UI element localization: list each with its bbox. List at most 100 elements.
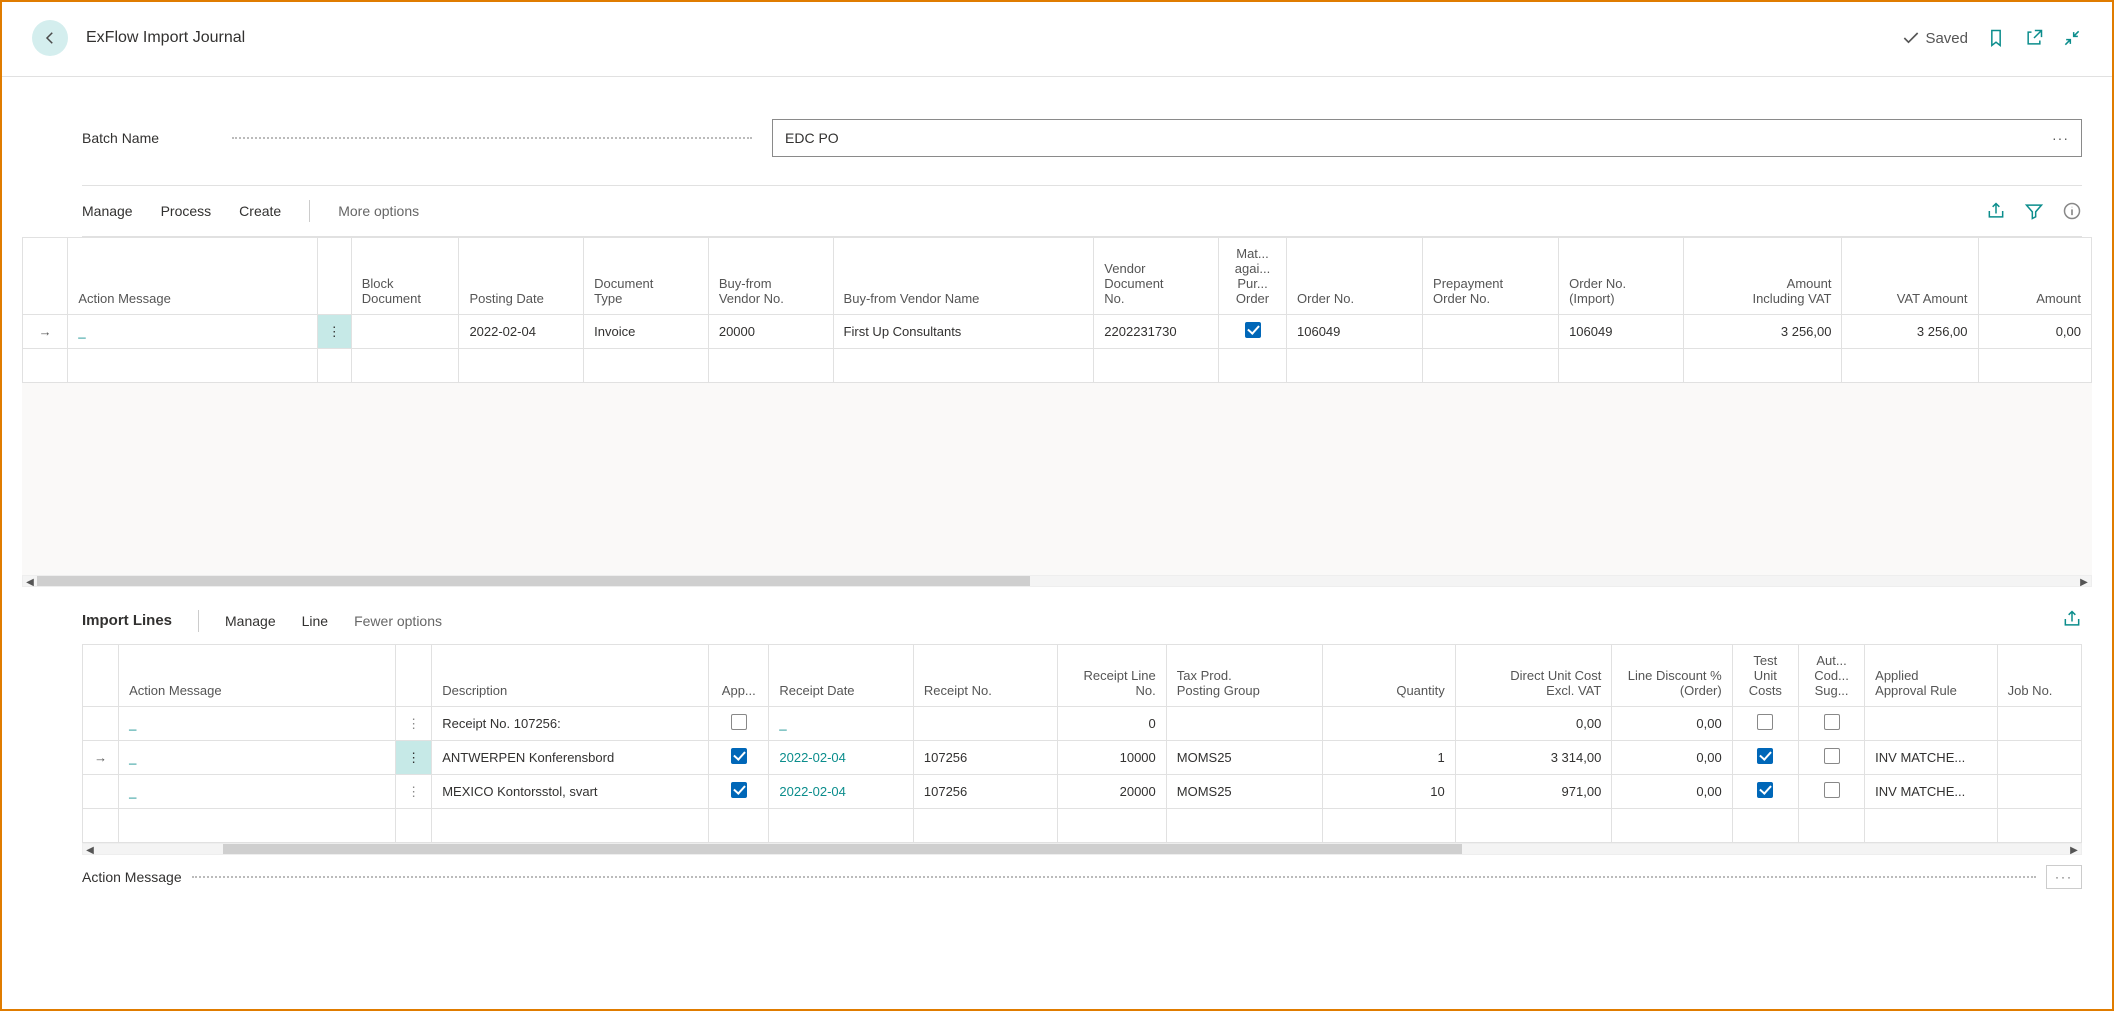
lcell-discount[interactable]: 0,00 (1612, 775, 1732, 809)
lcell-receipt-no[interactable]: 107256 (913, 741, 1058, 775)
grid-horizontal-scrollbar[interactable]: ◀ ▶ (22, 575, 2092, 587)
lcol-receipt-date[interactable]: Receipt Date (769, 645, 914, 707)
col-buy-from-vendor-no[interactable]: Buy-fromVendor No. (708, 238, 833, 315)
cell-prepay-order-no[interactable] (1423, 315, 1559, 349)
lcol-action-message[interactable]: Action Message (119, 645, 396, 707)
row-actions-button[interactable]: ⋮ (317, 315, 351, 349)
lcell-receipt-date[interactable]: 2022-02-04 (769, 775, 914, 809)
lcol-receipt-no[interactable]: Receipt No. (913, 645, 1058, 707)
lcol-aut-sug[interactable]: Aut...Cod...Sug... (1798, 645, 1864, 707)
lcell-quantity[interactable] (1323, 707, 1455, 741)
footer-more-button[interactable]: ··· (2046, 865, 2082, 889)
scroll-left-icon[interactable]: ◀ (23, 575, 37, 589)
scroll-right-icon[interactable]: ▶ (2077, 575, 2091, 589)
lcell-aut-sug-checkbox[interactable] (1798, 707, 1864, 741)
lcell-tax-group[interactable] (1166, 707, 1323, 741)
lcell-test-unit-checkbox[interactable] (1732, 775, 1798, 809)
col-prepay-order-no[interactable]: PrepaymentOrder No. (1423, 238, 1559, 315)
cell-posting-date[interactable]: 2022-02-04 (459, 315, 584, 349)
col-buy-from-vendor-name[interactable]: Buy-from Vendor Name (833, 238, 1094, 315)
lcell-action-message[interactable]: _ (119, 741, 396, 775)
lcell-action-message[interactable]: _ (119, 707, 396, 741)
lcol-unit-cost[interactable]: Direct Unit CostExcl. VAT (1455, 645, 1612, 707)
lcell-action-message[interactable]: _ (119, 775, 396, 809)
create-menu[interactable]: Create (239, 203, 281, 219)
lines-line-menu[interactable]: Line (302, 613, 328, 629)
cell-amount[interactable]: 0,00 (1978, 315, 2091, 349)
lcol-test-unit[interactable]: TestUnitCosts (1732, 645, 1798, 707)
row-selector-icon[interactable]: → (83, 741, 119, 775)
cell-vendor-no[interactable]: 20000 (708, 315, 833, 349)
lcell-receipt-no[interactable]: 107256 (913, 775, 1058, 809)
lcell-tax-group[interactable]: MOMS25 (1166, 741, 1323, 775)
line-row[interactable]: _ ⋮ MEXICO Kontorsstol, svart 2022-02-04… (83, 775, 2082, 809)
lcell-receipt-line-no[interactable]: 20000 (1058, 775, 1166, 809)
collapse-icon[interactable] (2062, 28, 2082, 48)
lcol-approval-rule[interactable]: AppliedApproval Rule (1865, 645, 1997, 707)
col-vendor-doc-no[interactable]: VendorDocumentNo. (1094, 238, 1219, 315)
info-icon[interactable] (2062, 201, 2082, 221)
popout-icon[interactable] (2024, 28, 2044, 48)
lcol-quantity[interactable]: Quantity (1323, 645, 1455, 707)
line-row[interactable]: _ ⋮ Receipt No. 107256: _ 0 0,00 0,00 (83, 707, 2082, 741)
cell-vendor-name[interactable]: First Up Consultants (833, 315, 1094, 349)
share-icon[interactable] (2062, 609, 2082, 629)
lcell-aut-sug-checkbox[interactable] (1798, 741, 1864, 775)
cell-amount-incl-vat[interactable]: 3 256,00 (1683, 315, 1842, 349)
row-actions-button[interactable]: ⋮ (396, 775, 432, 809)
lcell-description[interactable]: Receipt No. 107256: (432, 707, 709, 741)
cell-document-type[interactable]: Invoice (584, 315, 709, 349)
lcell-tax-group[interactable]: MOMS25 (1166, 775, 1323, 809)
line-row[interactable]: → _ ⋮ ANTWERPEN Konferensbord 2022-02-04… (83, 741, 2082, 775)
lcell-receipt-date[interactable]: 2022-02-04 (769, 741, 914, 775)
bookmark-icon[interactable] (1986, 28, 2006, 48)
lcell-approval-rule[interactable]: INV MATCHE... (1865, 775, 1997, 809)
more-options-menu[interactable]: More options (338, 203, 419, 219)
cell-order-no-import[interactable]: 106049 (1559, 315, 1684, 349)
lcell-unit-cost[interactable]: 0,00 (1455, 707, 1612, 741)
row-selector-icon[interactable] (83, 707, 119, 741)
row-selector-icon[interactable] (83, 775, 119, 809)
lcol-receipt-line-no[interactable]: Receipt LineNo. (1058, 645, 1166, 707)
col-block-document[interactable]: BlockDocument (351, 238, 459, 315)
lcell-unit-cost[interactable]: 3 314,00 (1455, 741, 1612, 775)
lcol-job-no[interactable]: Job No. (1997, 645, 2081, 707)
cell-match-checkbox[interactable] (1219, 315, 1287, 349)
lcell-job-no[interactable] (1997, 741, 2081, 775)
lcell-description[interactable]: MEXICO Kontorsstol, svart (432, 775, 709, 809)
col-document-type[interactable]: DocumentType (584, 238, 709, 315)
col-amount[interactable]: Amount (1978, 238, 2091, 315)
col-order-no[interactable]: Order No. (1287, 238, 1423, 315)
lines-fewer-options[interactable]: Fewer options (354, 613, 442, 629)
lcell-receipt-no[interactable] (913, 707, 1058, 741)
lcell-description[interactable]: ANTWERPEN Konferensbord (432, 741, 709, 775)
lcell-approval-rule[interactable] (1865, 707, 1997, 741)
share-icon[interactable] (1986, 201, 2006, 221)
lcell-unit-cost[interactable]: 971,00 (1455, 775, 1612, 809)
scroll-left-icon[interactable]: ◀ (83, 843, 97, 857)
col-order-no-import[interactable]: Order No.(Import) (1559, 238, 1684, 315)
lcell-quantity[interactable]: 10 (1323, 775, 1455, 809)
lcell-job-no[interactable] (1997, 707, 2081, 741)
lcol-description[interactable]: Description (432, 645, 709, 707)
lcol-tax-group[interactable]: Tax Prod.Posting Group (1166, 645, 1323, 707)
col-match-order[interactable]: Mat...agai...Pur...Order (1219, 238, 1287, 315)
lcell-test-unit-checkbox[interactable] (1732, 741, 1798, 775)
col-action-message[interactable]: Action Message (68, 238, 317, 315)
journal-row[interactable]: → _ ⋮ 2022-02-04 Invoice 20000 First Up … (23, 315, 2092, 349)
filter-icon[interactable] (2024, 201, 2044, 221)
batch-lookup-button[interactable]: ··· (2052, 130, 2069, 146)
lcell-job-no[interactable] (1997, 775, 2081, 809)
lcell-app-checkbox[interactable] (709, 741, 769, 775)
lcell-receipt-line-no[interactable]: 0 (1058, 707, 1166, 741)
cell-action-message[interactable]: _ (78, 324, 85, 339)
cell-vendor-doc-no[interactable]: 2202231730 (1094, 315, 1219, 349)
row-selector-icon[interactable]: → (23, 315, 68, 349)
col-amount-incl-vat[interactable]: AmountIncluding VAT (1683, 238, 1842, 315)
lcell-aut-sug-checkbox[interactable] (1798, 775, 1864, 809)
process-menu[interactable]: Process (161, 203, 212, 219)
lcell-app-checkbox[interactable] (709, 707, 769, 741)
cell-order-no[interactable]: 106049 (1287, 315, 1423, 349)
cell-block-document[interactable] (351, 315, 459, 349)
lcell-app-checkbox[interactable] (709, 775, 769, 809)
